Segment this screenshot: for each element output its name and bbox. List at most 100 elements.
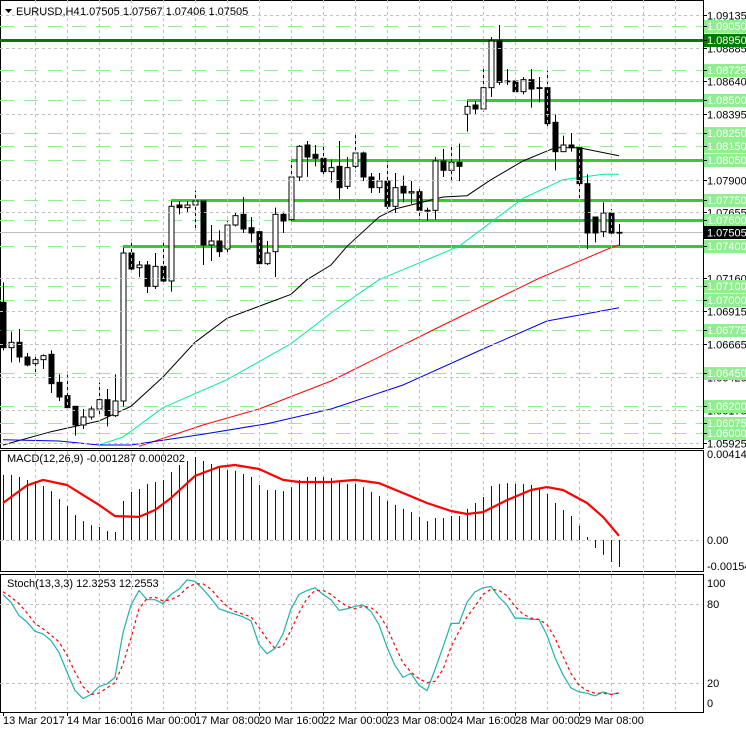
candle-body-bull — [488, 40, 495, 89]
candle-body-bull — [328, 167, 335, 173]
candle[interactable] — [488, 36, 495, 97]
candle[interactable] — [440, 148, 447, 177]
candle[interactable] — [232, 212, 239, 227]
candle[interactable] — [560, 135, 567, 153]
stoch-plot[interactable] — [0, 579, 703, 700]
macd-signal-line — [2, 463, 620, 537]
candle[interactable] — [400, 175, 407, 203]
candle[interactable] — [56, 374, 63, 401]
candle-body-bear — [304, 144, 311, 158]
candle[interactable] — [208, 224, 215, 261]
candle[interactable] — [496, 24, 503, 85]
candle-body-bear — [472, 104, 479, 110]
candle[interactable] — [0, 282, 7, 351]
time-axis-label: 28 Mar 00:00 — [515, 715, 580, 727]
level-price-tag: 1.08950 — [707, 35, 746, 47]
candle-body-bull — [40, 355, 47, 361]
level-price-tag: 1.07000 — [707, 295, 746, 307]
price-axis-label: 1.06665 — [707, 340, 746, 352]
candle[interactable] — [88, 406, 95, 420]
candle-body-bear — [440, 160, 447, 171]
candle-body-bear — [216, 240, 223, 253]
main-plot[interactable] — [0, 24, 703, 447]
candle[interactable] — [360, 151, 367, 181]
candle[interactable] — [320, 143, 327, 177]
moving-average-ma_fast — [2, 147, 620, 446]
candle[interactable] — [144, 260, 151, 293]
candle[interactable] — [424, 207, 431, 221]
candle[interactable] — [152, 252, 159, 289]
chart-symbol: EURUSD,H4 — [16, 6, 80, 18]
candle[interactable] — [48, 350, 55, 393]
candle[interactable] — [280, 211, 287, 233]
macd-axis-label: 0.004146 — [707, 449, 746, 461]
chart-canvas[interactable]: 1.091351.088851.086401.083951.079001.076… — [0, 0, 746, 731]
candle[interactable] — [592, 216, 599, 243]
candle[interactable] — [200, 200, 207, 265]
level-price-tag: 1.06000 — [707, 428, 746, 440]
candle[interactable] — [304, 140, 311, 177]
stoch-axis-label: 0 — [707, 698, 713, 710]
candle[interactable] — [272, 207, 279, 277]
candle[interactable] — [336, 140, 343, 200]
candle[interactable] — [392, 172, 399, 213]
level-price-tag: 1.07400 — [707, 241, 746, 253]
candle-body-bull — [408, 191, 415, 194]
candle[interactable] — [136, 260, 143, 277]
candle[interactable] — [568, 132, 575, 152]
candle[interactable] — [376, 172, 383, 193]
triangle-down-icon[interactable] — [5, 9, 12, 13]
candle[interactable] — [104, 388, 111, 427]
level-price-tag: 1.06450 — [707, 368, 746, 380]
candle[interactable] — [240, 196, 247, 233]
candle[interactable] — [296, 144, 303, 181]
candle[interactable] — [40, 354, 47, 369]
candle-body-bear — [312, 153, 319, 159]
candle[interactable] — [432, 156, 439, 220]
candle-body-bear — [552, 121, 559, 153]
candle-body-bull — [392, 187, 399, 207]
stoch-main-line — [2, 579, 620, 700]
candle-body-bear — [400, 185, 407, 194]
candle-body-bear — [200, 200, 207, 246]
candle[interactable] — [520, 76, 527, 95]
candle[interactable] — [328, 159, 335, 183]
price-axis-label: 1.07900 — [707, 176, 746, 188]
candle[interactable] — [576, 147, 583, 199]
candle-body-bear — [568, 144, 575, 149]
macd-title: MACD(12,26,9) -0.001287 0.000202 — [7, 453, 185, 465]
macd-plot[interactable] — [0, 457, 703, 568]
level-price-tag: 1.08250 — [707, 128, 746, 140]
candle-body-bull — [208, 240, 215, 246]
candle[interactable] — [8, 331, 15, 363]
candle-body-bear — [368, 176, 375, 189]
candle[interactable] — [584, 174, 591, 249]
level-price-tag: 1.08050 — [707, 155, 746, 167]
candle[interactable] — [456, 143, 463, 181]
candle-body-bear — [456, 161, 463, 167]
candle[interactable] — [216, 230, 223, 257]
price-axis-label: 1.06915 — [707, 307, 746, 319]
candle[interactable] — [464, 100, 471, 132]
candle[interactable] — [472, 100, 479, 115]
candle-body-bear — [48, 353, 55, 385]
candle-body-bull — [376, 180, 383, 189]
candle[interactable] — [264, 240, 271, 265]
candle-body-bear — [72, 405, 79, 426]
candle[interactable] — [312, 144, 319, 167]
level-price-tag: 1.07750 — [707, 195, 746, 207]
level-price-tag: 1.06775 — [707, 325, 746, 337]
time-axis-label: 16 Mar 00:00 — [131, 715, 196, 727]
candle[interactable] — [24, 352, 31, 367]
candle[interactable] — [600, 202, 607, 237]
candle[interactable] — [120, 247, 127, 407]
candle[interactable] — [504, 68, 511, 85]
candle-body-bear — [592, 216, 599, 234]
candle[interactable] — [536, 76, 543, 103]
candle[interactable] — [80, 408, 87, 429]
candle[interactable] — [616, 224, 623, 246]
stoch-panel-frame — [0, 574, 704, 713]
candle[interactable] — [16, 328, 23, 363]
candle[interactable] — [368, 172, 375, 193]
candle[interactable] — [184, 200, 191, 213]
